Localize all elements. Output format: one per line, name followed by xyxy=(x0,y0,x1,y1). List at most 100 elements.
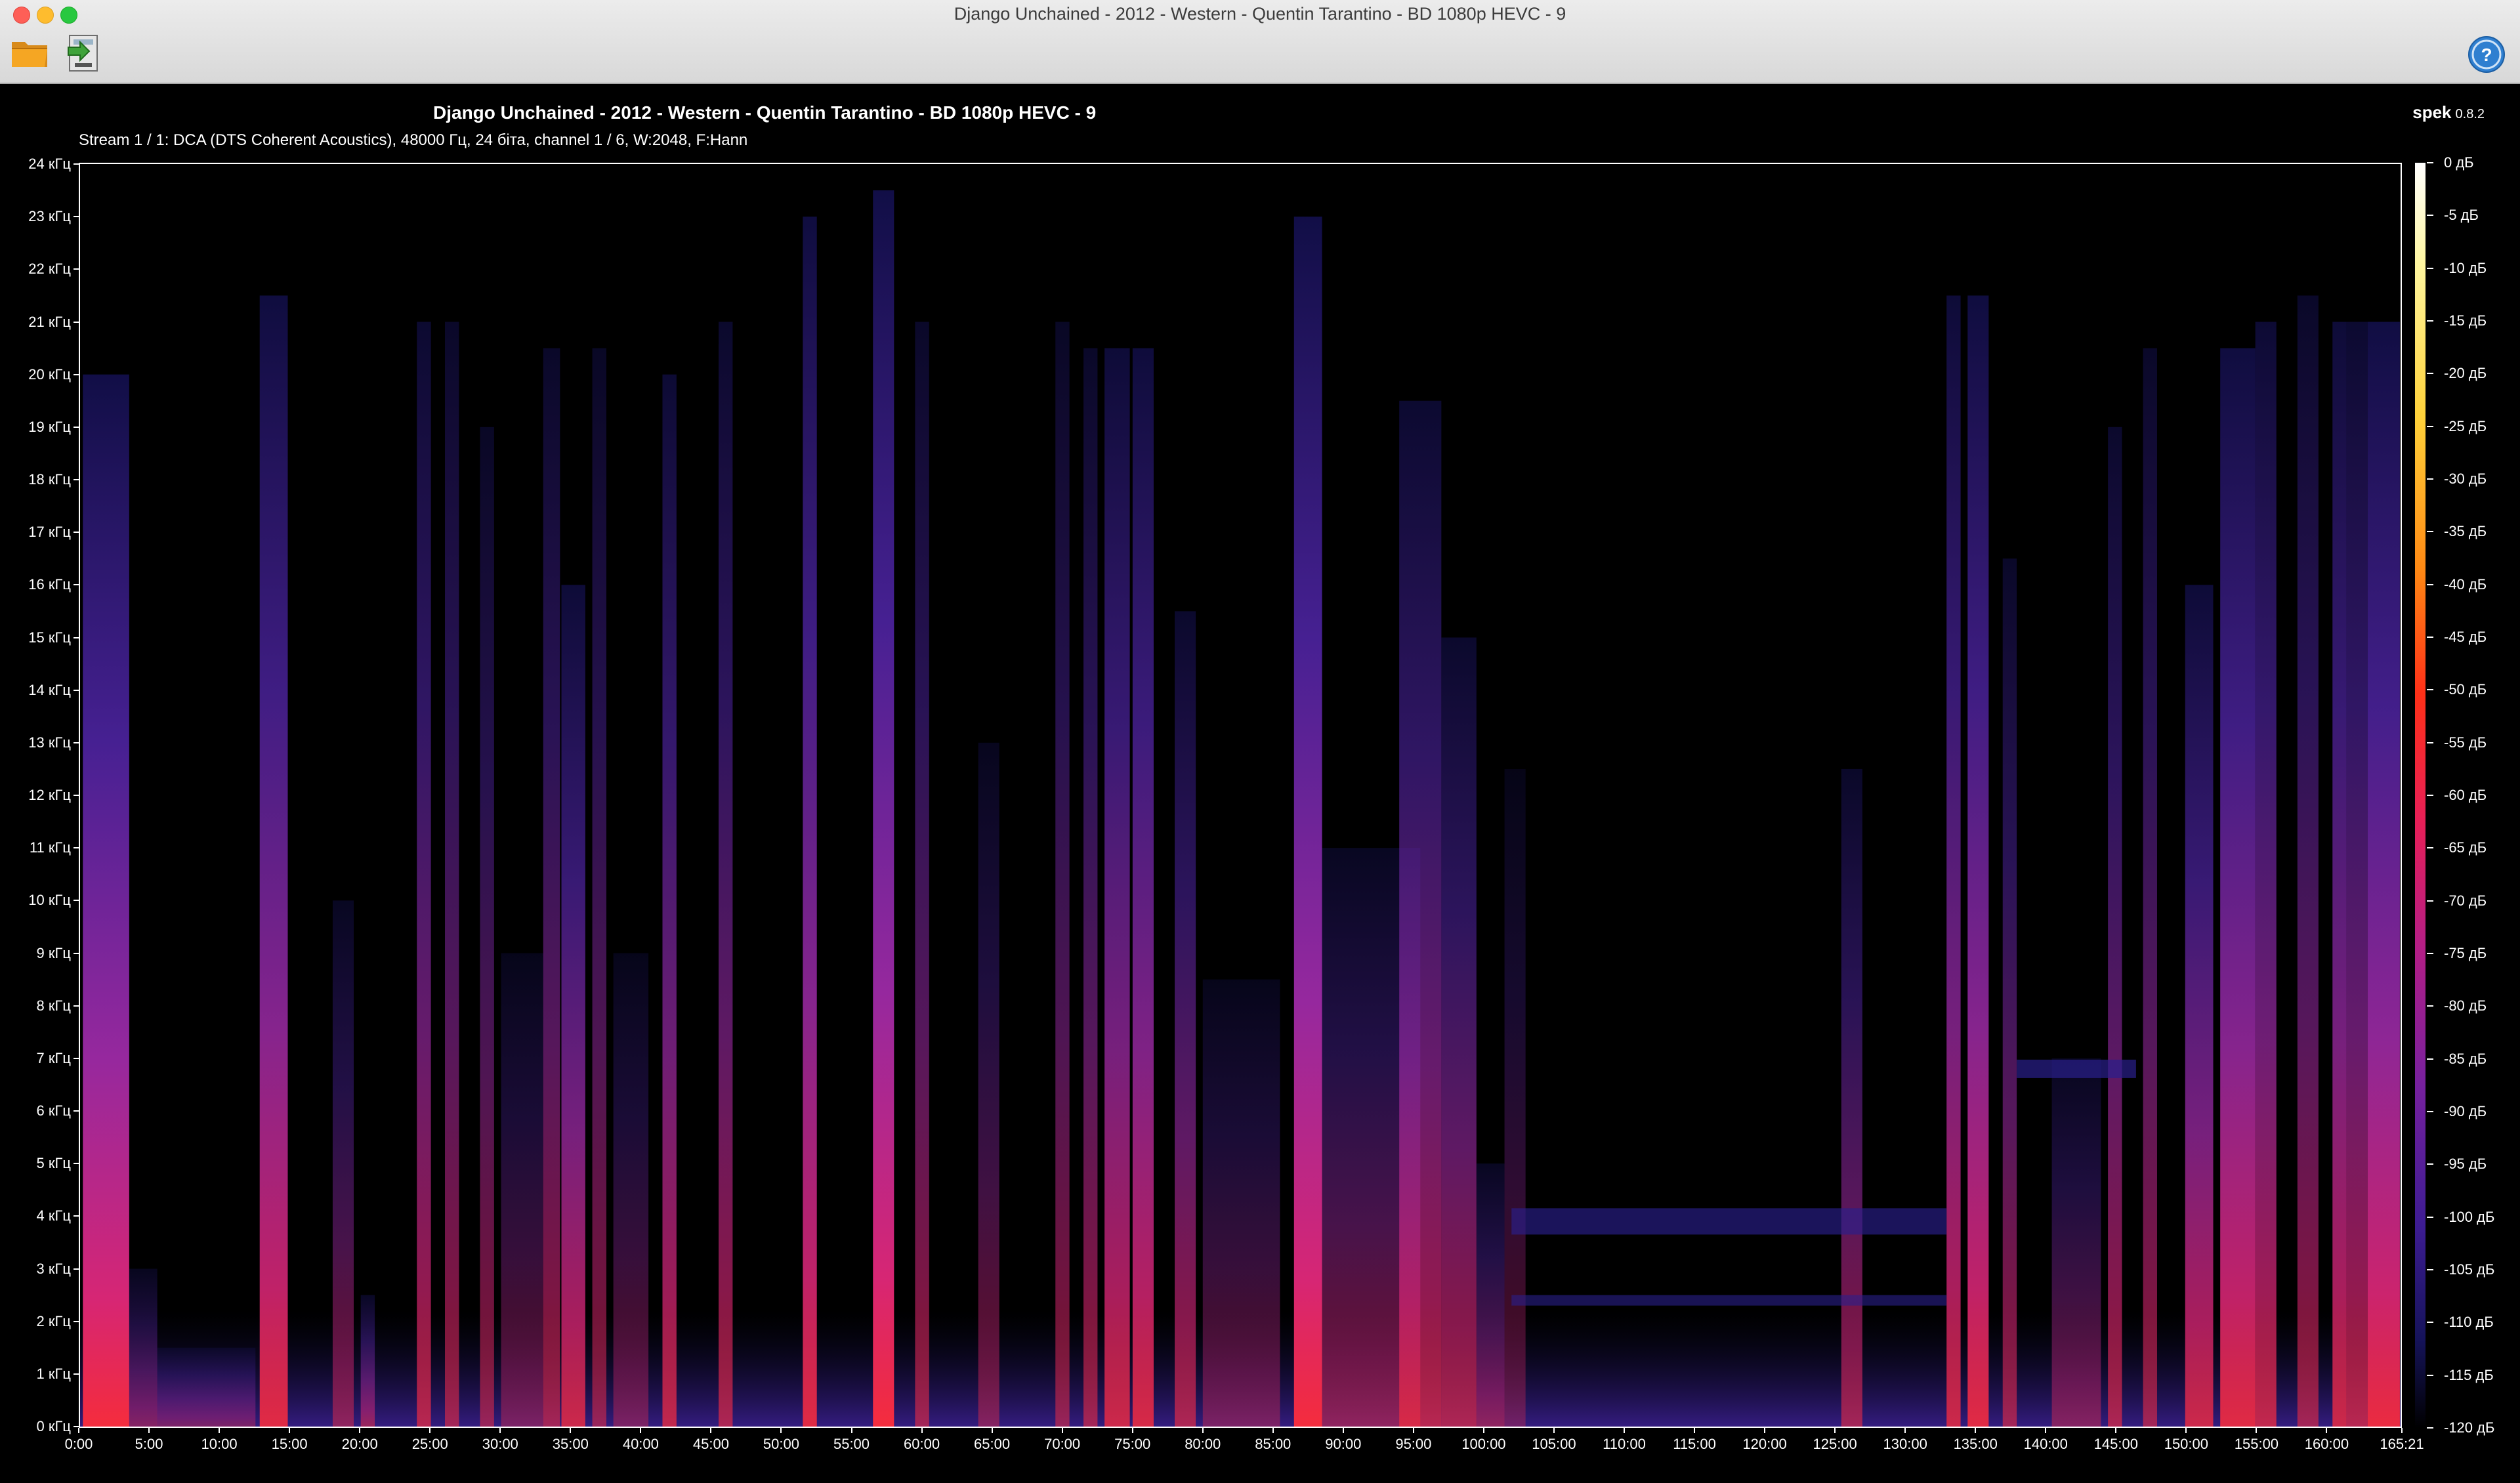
spectrogram-horizontal-bands xyxy=(1511,1059,2136,1306)
save-image-button[interactable] xyxy=(62,31,104,73)
frequency-tick-mark xyxy=(74,1057,79,1059)
time-tick-label: 45:00 xyxy=(692,1436,729,1452)
colorbar-tick-mark xyxy=(2427,1216,2433,1218)
colorbar-tick-label: -30 дБ xyxy=(2444,470,2487,487)
frequency-tick-mark xyxy=(74,689,79,691)
time-tick-label: 55:00 xyxy=(833,1436,870,1452)
spectrogram-band xyxy=(1441,637,1477,1427)
time-tick-mark xyxy=(570,1428,572,1433)
spectrogram-band xyxy=(501,953,543,1427)
time-tick-label: 100:00 xyxy=(1461,1436,1506,1452)
time-tick-label: 10:00 xyxy=(201,1436,238,1452)
colorbar-tick-label: -85 дБ xyxy=(2444,1050,2487,1067)
spectrogram-band xyxy=(1967,295,1989,1427)
frequency-tick-label: 17 кГц xyxy=(28,524,71,541)
time-tick-label: 5:00 xyxy=(135,1436,163,1452)
colorbar-tick-mark xyxy=(2427,900,2433,902)
open-file-button[interactable] xyxy=(9,31,51,73)
spectrogram-band xyxy=(2297,295,2319,1427)
frequency-tick-label: 16 кГц xyxy=(28,576,71,593)
frequency-tick-label: 2 кГц xyxy=(36,1312,72,1329)
time-tick-label: 30:00 xyxy=(482,1436,518,1452)
time-tick-label: 65:00 xyxy=(974,1436,1011,1452)
stream-info: Stream 1 / 1: DCA (DTS Coherent Acoustic… xyxy=(79,131,748,149)
spectrogram-band xyxy=(1104,348,1130,1427)
spectrogram-band xyxy=(332,900,354,1427)
spectrogram-view[interactable]: Django Unchained - 2012 - Western - Quen… xyxy=(0,84,2520,1483)
frequency-tick-label: 19 кГц xyxy=(28,418,71,435)
colorbar-tick-label: 0 дБ xyxy=(2444,154,2474,171)
frequency-tick-mark xyxy=(74,900,79,902)
frequency-tick-mark xyxy=(74,426,79,428)
colorbar-tick-label: -60 дБ xyxy=(2444,787,2487,803)
spectrogram-band xyxy=(157,1347,256,1427)
frequency-tick-label: 9 кГц xyxy=(36,944,72,961)
time-tick-mark xyxy=(148,1428,150,1433)
time-tick-label: 130:00 xyxy=(1883,1436,1927,1452)
spectrogram-band xyxy=(613,953,649,1427)
time-tick-mark xyxy=(78,1428,79,1433)
time-tick-label: 35:00 xyxy=(552,1436,589,1452)
colorbar-tick-label: -90 дБ xyxy=(2444,1103,2487,1119)
spectrogram-band xyxy=(2051,1058,2101,1427)
spectrogram-band xyxy=(2367,322,2400,1427)
spectrogram-band xyxy=(561,585,585,1427)
time-tick-mark xyxy=(1412,1428,1414,1433)
time-tick-mark xyxy=(710,1428,712,1433)
spectrogram-plot[interactable] xyxy=(79,163,2402,1428)
spectrogram-band xyxy=(417,322,431,1427)
time-tick-label: 40:00 xyxy=(622,1436,659,1452)
spectrogram-band xyxy=(915,322,929,1427)
spectrogram-tone-band xyxy=(1511,1208,1947,1235)
folder-open-icon xyxy=(12,42,47,67)
spectrogram-band xyxy=(1504,768,1526,1427)
time-tick-mark xyxy=(499,1428,501,1433)
colorbar-tick-label: -15 дБ xyxy=(2444,312,2487,329)
time-tick-label: 70:00 xyxy=(1044,1436,1081,1452)
frequency-tick-label: 0 кГц xyxy=(36,1418,72,1434)
spectrogram-bands xyxy=(80,190,2401,1427)
time-tick-label: 155:00 xyxy=(2234,1436,2279,1452)
app-label: spek 0.8.2 xyxy=(2412,102,2485,123)
colorbar-tick-label: -35 дБ xyxy=(2444,523,2487,540)
time-tick-mark xyxy=(1061,1428,1063,1433)
time-tick-mark xyxy=(2326,1428,2328,1433)
frequency-tick-label: 8 кГц xyxy=(36,997,72,1014)
spectrogram-band xyxy=(445,322,459,1427)
colorbar-tick-label: -120 дБ xyxy=(2444,1419,2495,1436)
time-tick-label: 90:00 xyxy=(1325,1436,1362,1452)
colorbar-tick-mark xyxy=(2427,795,2433,796)
colorbar-tick-mark xyxy=(2427,215,2433,217)
colorbar-tick-mark xyxy=(2427,1374,2433,1376)
colorbar-tick-label: -95 дБ xyxy=(2444,1156,2487,1173)
time-tick-mark xyxy=(1624,1428,1625,1433)
frequency-tick-label: 4 кГц xyxy=(36,1207,72,1224)
frequency-tick-mark xyxy=(74,216,79,218)
frequency-tick-mark xyxy=(74,321,79,323)
time-tick-label: 150:00 xyxy=(2164,1436,2209,1452)
frequency-tick-mark xyxy=(74,847,79,849)
time-tick-label: 165:21 xyxy=(2380,1436,2424,1452)
spectrogram-band xyxy=(1946,295,1961,1427)
spectrogram-band xyxy=(83,374,129,1427)
time-tick-mark xyxy=(2256,1428,2258,1433)
spectrogram-band xyxy=(360,1295,375,1427)
frequency-tick-label: 1 кГц xyxy=(36,1365,72,1382)
colorbar-tick-mark xyxy=(2427,742,2433,743)
frequency-tick-mark xyxy=(74,584,79,586)
time-tick-mark xyxy=(640,1428,642,1433)
spectrogram-band xyxy=(1476,1163,1505,1427)
colorbar-tick-label: -115 дБ xyxy=(2444,1366,2494,1383)
spectrogram-band xyxy=(1083,348,1098,1427)
help-button[interactable]: ? xyxy=(2468,35,2506,73)
frequency-tick-label: 6 кГц xyxy=(36,1102,72,1119)
time-tick-label: 110:00 xyxy=(1603,1436,1646,1452)
colorbar-tick-label: -65 дБ xyxy=(2444,839,2487,856)
app-name: spek xyxy=(2412,102,2452,122)
colorbar-tick-label: -70 дБ xyxy=(2444,892,2487,909)
time-tick-mark xyxy=(1764,1428,1766,1433)
spectrogram-band xyxy=(1175,611,1196,1427)
frequency-tick-mark xyxy=(74,637,79,638)
time-tick-mark xyxy=(921,1428,923,1433)
frequency-tick-mark xyxy=(74,795,79,796)
